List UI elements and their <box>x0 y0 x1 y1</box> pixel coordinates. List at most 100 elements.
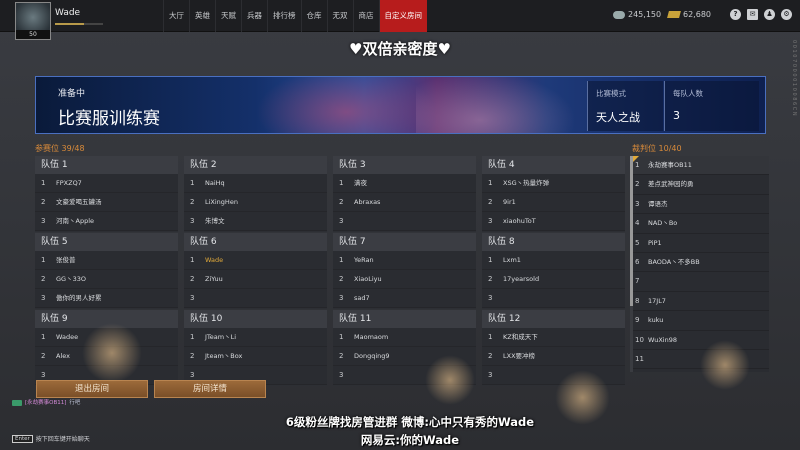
nav-tab-talents[interactable]: 天赋 <box>215 0 241 32</box>
slot-number: 5 <box>635 238 640 247</box>
team-slot[interactable]: 1 YeRan <box>333 251 476 270</box>
player-name: Maomaom <box>354 333 389 341</box>
team-slot[interactable]: 2 Abraxas <box>333 193 476 212</box>
team-slot[interactable]: 1 满夜 <box>333 174 476 193</box>
slot-number: 2 <box>41 352 46 360</box>
referee-slot[interactable]: 10 WuXin98 <box>630 331 769 350</box>
player-name: XiaoLiyu <box>354 275 382 283</box>
team-slot[interactable]: 2 GG丶33O <box>35 270 178 289</box>
nav-tab-custom-room[interactable]: 自定义房间 <box>378 0 427 32</box>
referee-scroll-thumb[interactable] <box>630 156 633 306</box>
referee-slot[interactable]: 7 <box>630 272 769 292</box>
player-name: NaiHq <box>205 179 225 187</box>
team-slot[interactable]: 3 <box>333 212 476 231</box>
team-slot[interactable]: 1 JTeam丶Li <box>184 328 327 347</box>
nav-tab-weapons[interactable]: 兵器 <box>241 0 267 32</box>
avatar[interactable]: 50 <box>15 2 51 40</box>
player-name: LiXingHen <box>205 198 238 206</box>
coin-amount: 245,150 <box>628 10 662 19</box>
slot-number: 1 <box>339 333 344 341</box>
referee-slot[interactable]: 8 17JL7 <box>630 292 769 312</box>
slot-number: 3 <box>488 294 493 302</box>
team-slot[interactable]: 2 XiaoLiyu <box>333 270 476 289</box>
slot-number: 1 <box>41 179 46 187</box>
referee-slot[interactable]: 9 kuku <box>630 311 769 331</box>
team-slot[interactable]: 3 朱博文 <box>184 212 327 231</box>
referee-slot[interactable]: 6 BAODA丶不多BB <box>630 253 769 273</box>
player-name: 17yearsold <box>503 275 540 283</box>
team-slot[interactable]: 1 Wade <box>184 251 327 270</box>
team-slot[interactable]: 1 KZ和成天下 <box>482 328 625 347</box>
team-slot[interactable]: 2 9ir1 <box>482 193 625 212</box>
nav-tab-lobby[interactable]: 大厅 <box>163 0 189 32</box>
help-icon[interactable]: ? <box>730 9 741 20</box>
referee-slot[interactable]: 5 PiP1 <box>630 234 769 253</box>
slot-number: 1 <box>190 333 195 341</box>
player-name: xiaohuToT <box>503 217 536 225</box>
team-slot[interactable]: 2 ZiYuu <box>184 270 327 289</box>
team-slot[interactable]: 2 LXX要冲榜 <box>482 347 625 366</box>
referees-count: 10/40 <box>658 144 682 153</box>
game-lobby-screen: 50 Wade 大厅 英雄 天赋 兵器 排行榜 仓库 无双 商店 自定义房间 2… <box>0 0 800 450</box>
team-slot[interactable]: 1 XSG丶热量炸弹 <box>482 174 625 193</box>
team-slot[interactable]: 3 sad7 <box>333 289 476 308</box>
team-slot[interactable]: 2 LiXingHen <box>184 193 327 212</box>
player-name: GG丶33O <box>56 275 86 283</box>
nav-tab-leaderboard[interactable]: 排行榜 <box>267 0 301 32</box>
referee-slot[interactable]: 4 NAD丶Bo <box>630 214 769 234</box>
slot-number: 3 <box>635 199 640 208</box>
player-name: sad7 <box>354 294 370 302</box>
player-name: 9ir1 <box>503 198 516 206</box>
team-slot[interactable]: 1 Lxm1 <box>482 251 625 270</box>
player-name: LXX要冲榜 <box>503 352 536 360</box>
slot-number: 6 <box>635 257 640 266</box>
slot-number: 1 <box>190 256 195 264</box>
slot-number: 2 <box>635 180 640 189</box>
slot-number: 1 <box>488 179 493 187</box>
friends-icon[interactable]: ♟ <box>764 9 775 20</box>
player-name: 文豪爱喝五罐汤 <box>56 198 102 206</box>
nav-tab-wushuang[interactable]: 无双 <box>326 0 353 32</box>
team-name: 队伍 5 <box>35 233 178 251</box>
participants-count: 39/48 <box>61 144 85 153</box>
slot-number: 2 <box>488 275 493 283</box>
referee-slot[interactable]: 1 永劫赛事OB11 <box>630 156 769 176</box>
team-slot[interactable]: 3 傲你的男人好累 <box>35 289 178 308</box>
nav-tab-shop[interactable]: 商店 <box>352 0 379 32</box>
team-slot[interactable]: 1 FPXZQ7 <box>35 174 178 193</box>
referees-header: 裁判位 10/40 <box>632 143 682 154</box>
stream-overlay-title: ♥双倍亲密度♥ <box>349 40 451 58</box>
nav-tab-heroes[interactable]: 英雄 <box>189 0 215 32</box>
nav-tab-warehouse[interactable]: 仓库 <box>300 0 327 32</box>
team-slot[interactable]: 1 Maomaom <box>333 328 476 347</box>
referees-label: 裁判位 <box>632 144 656 153</box>
team-slot[interactable]: 3 <box>184 289 327 308</box>
team-slot[interactable]: 2 Jteam丶Box <box>184 347 327 366</box>
team-slot[interactable]: 3 河南丶Apple <box>35 212 178 231</box>
chat-enter-hint[interactable]: Enter 按下回车键开始聊天 <box>12 434 90 443</box>
team-slot[interactable]: 1 NaiHq <box>184 174 327 193</box>
slot-number: 3 <box>488 217 493 225</box>
mail-icon[interactable]: ✉ <box>747 9 758 20</box>
room-details-button[interactable]: 房间详情 <box>154 380 266 398</box>
team-slot[interactable]: 1 张俊普 <box>35 251 178 270</box>
xp-bar-fill <box>55 23 84 25</box>
team-slot[interactable]: 2 文豪爱喝五罐汤 <box>35 193 178 212</box>
player-name: 满夜 <box>354 179 367 187</box>
leave-room-button[interactable]: 退出房间 <box>36 380 148 398</box>
slot-number: 2 <box>190 198 195 206</box>
team-slot[interactable]: 3 <box>482 289 625 308</box>
referee-slot[interactable]: 2 差点武神园的勇 <box>630 175 769 195</box>
referee-slot[interactable]: 3 谭语杰 <box>630 195 769 215</box>
slot-number: 1 <box>339 179 344 187</box>
referee-scrollbar[interactable] <box>630 156 633 372</box>
system-icons: ? ✉ ♟ ⚙ <box>730 9 792 20</box>
team-slot[interactable]: 3 xiaohuToT <box>482 212 625 231</box>
referee-name: 永劫赛事OB11 <box>648 161 692 169</box>
team-slot[interactable]: 2 17yearsold <box>482 270 625 289</box>
player-name: XSG丶热量炸弹 <box>503 179 550 187</box>
room-name: 比赛服训练赛 <box>58 109 160 129</box>
enter-key-icon: Enter <box>12 434 33 443</box>
settings-icon[interactable]: ⚙ <box>781 9 792 20</box>
per-team-label: 每队人数 <box>673 89 703 98</box>
